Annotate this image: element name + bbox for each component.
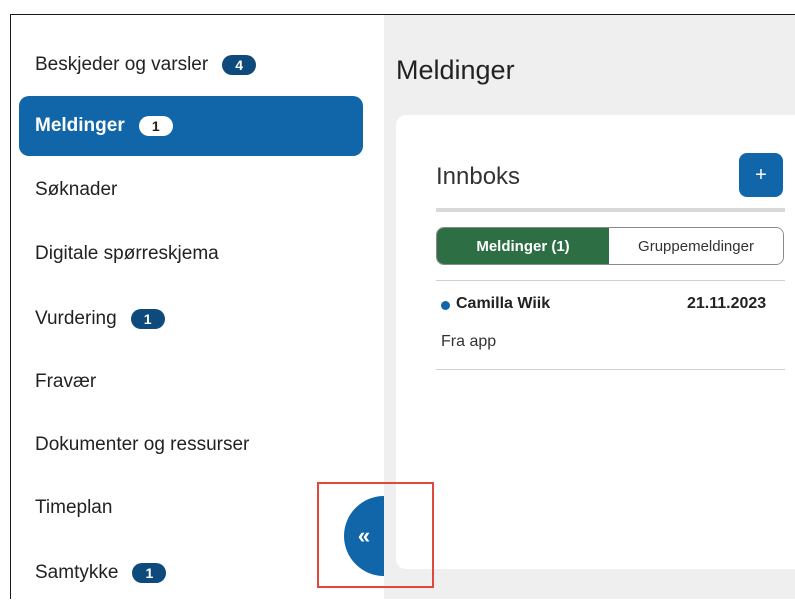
sidebar: Beskjeder og varsler 4 Meldinger 1 Søkna… [11, 15, 384, 599]
sidebar-item-fravaer[interactable]: Fravær [19, 352, 363, 412]
inbox-card: Innboks + Meldinger (1) Gruppemeldinger … [396, 115, 795, 569]
message-tabs: Meldinger (1) Gruppemeldinger [436, 227, 784, 265]
sidebar-item-vurdering[interactable]: Vurdering 1 [19, 289, 363, 349]
sidebar-item-digitale-sporreskjema[interactable]: Digitale spørreskjema [19, 224, 363, 284]
main-content: Meldinger Innboks + Meldinger (1) Gruppe… [384, 15, 795, 599]
sidebar-item-label: Vurdering [35, 308, 117, 329]
inbox-title: Innboks [436, 163, 521, 190]
unread-dot-icon [441, 301, 450, 310]
sidebar-item-label: Meldinger [35, 115, 125, 136]
new-message-button[interactable]: + [739, 153, 783, 197]
divider [436, 369, 785, 370]
sidebar-item-dokumenter[interactable]: Dokumenter og ressurser [19, 415, 363, 475]
message-preview: Fra app [441, 333, 497, 350]
sidebar-item-label: Digitale spørreskjema [35, 243, 219, 264]
sidebar-item-label: Beskjeder og varsler [35, 54, 209, 75]
plus-icon: + [755, 163, 767, 186]
sidebar-item-label: Søknader [35, 179, 118, 200]
sidebar-item-label: Fravær [35, 371, 97, 392]
sidebar-item-samtykke[interactable]: Samtykke 1 [19, 543, 363, 603]
sidebar-item-label: Timeplan [35, 497, 113, 518]
sidebar-item-label: Samtykke [35, 562, 119, 583]
sidebar-item-label: Dokumenter og ressurser [35, 434, 250, 455]
sidebar-item-beskjeder[interactable]: Beskjeder og varsler 4 [19, 35, 363, 95]
tab-gruppemeldinger[interactable]: Gruppemeldinger [609, 228, 783, 264]
divider [436, 208, 785, 212]
divider [436, 280, 785, 281]
notification-badge: 1 [138, 116, 173, 136]
message-date: 21.11.2023 [687, 295, 767, 312]
notification-badge: 1 [132, 563, 167, 583]
page-title: Meldinger [396, 55, 515, 85]
message-sender: Camilla Wiik [456, 295, 551, 312]
sidebar-item-timeplan[interactable]: Timeplan [19, 478, 363, 538]
sidebar-item-soknader[interactable]: Søknader [19, 160, 363, 220]
notification-badge: 4 [222, 55, 257, 75]
tab-meldinger[interactable]: Meldinger (1) [437, 228, 609, 264]
double-chevron-left-icon: « [357, 523, 371, 548]
notification-badge: 1 [130, 309, 165, 329]
sidebar-item-meldinger[interactable]: Meldinger 1 [19, 96, 363, 156]
